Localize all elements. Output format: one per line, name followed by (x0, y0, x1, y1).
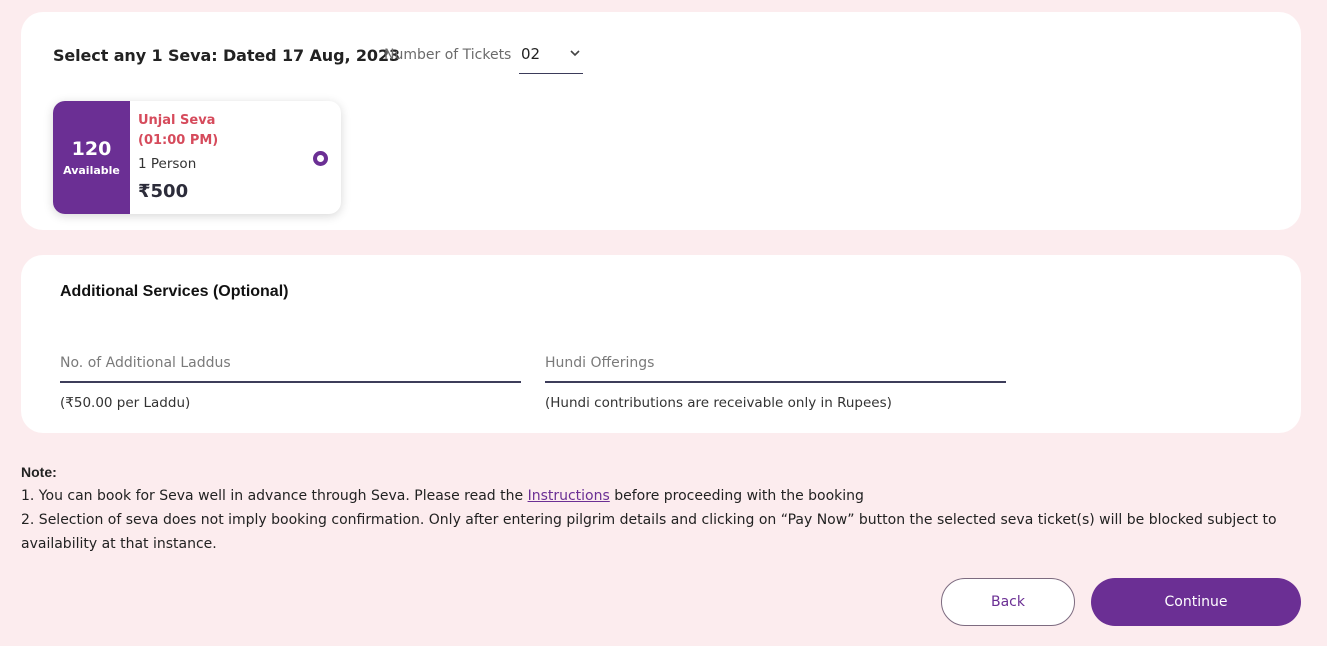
note-heading: Note: (21, 464, 57, 480)
seva-price: ₹500 (138, 181, 189, 202)
note-line-1: 1. You can book for Seva well in advance… (21, 484, 1311, 508)
additional-services-card: Additional Services (Optional) (₹50.00 p… (21, 255, 1301, 433)
tickets-dropdown[interactable]: 02 (519, 43, 583, 74)
back-button[interactable]: Back (941, 578, 1075, 626)
hundi-hint: (Hundi contributions are receivable only… (545, 395, 892, 411)
seva-section-title: Select any 1 Seva: Dated 17 Aug, 2023 (53, 46, 401, 65)
laddu-count-input[interactable] (60, 337, 521, 383)
radio-selected-icon[interactable] (313, 151, 328, 166)
tickets-label: Number of Tickets (384, 47, 512, 63)
availability-badge: 120 Available (53, 101, 130, 214)
instructions-link[interactable]: Instructions (528, 488, 610, 504)
seva-name: Unjal Seva (138, 113, 216, 128)
available-count: 120 (71, 138, 112, 160)
hundi-field-group: (Hundi contributions are receivable only… (545, 337, 1006, 411)
chevron-down-icon (570, 50, 580, 57)
continue-button[interactable]: Continue (1091, 578, 1301, 626)
seva-selection-card: Select any 1 Seva: Dated 17 Aug, 2023 Nu… (21, 12, 1301, 230)
note-line-1-text: 1. You can book for Seva well in advance… (21, 488, 528, 504)
note-line-1-tail: before proceeding with the booking (609, 488, 864, 504)
laddu-field-group: (₹50.00 per Laddu) (60, 337, 521, 411)
seva-persons: 1 Person (138, 156, 197, 172)
seva-option-unjal[interactable]: 120 Available Unjal Seva (01:00 PM) 1 Pe… (53, 101, 341, 214)
tickets-selected-value: 02 (521, 45, 541, 63)
available-label: Available (63, 164, 120, 177)
seva-time: (01:00 PM) (138, 133, 219, 148)
services-section-title: Additional Services (Optional) (60, 283, 289, 300)
hundi-offering-input[interactable] (545, 337, 1006, 383)
laddu-price-hint: (₹50.00 per Laddu) (60, 395, 191, 411)
note-line-2: 2. Selection of seva does not imply book… (21, 512, 1277, 552)
booking-note: Note: 1. You can book for Seva well in a… (21, 460, 1311, 556)
